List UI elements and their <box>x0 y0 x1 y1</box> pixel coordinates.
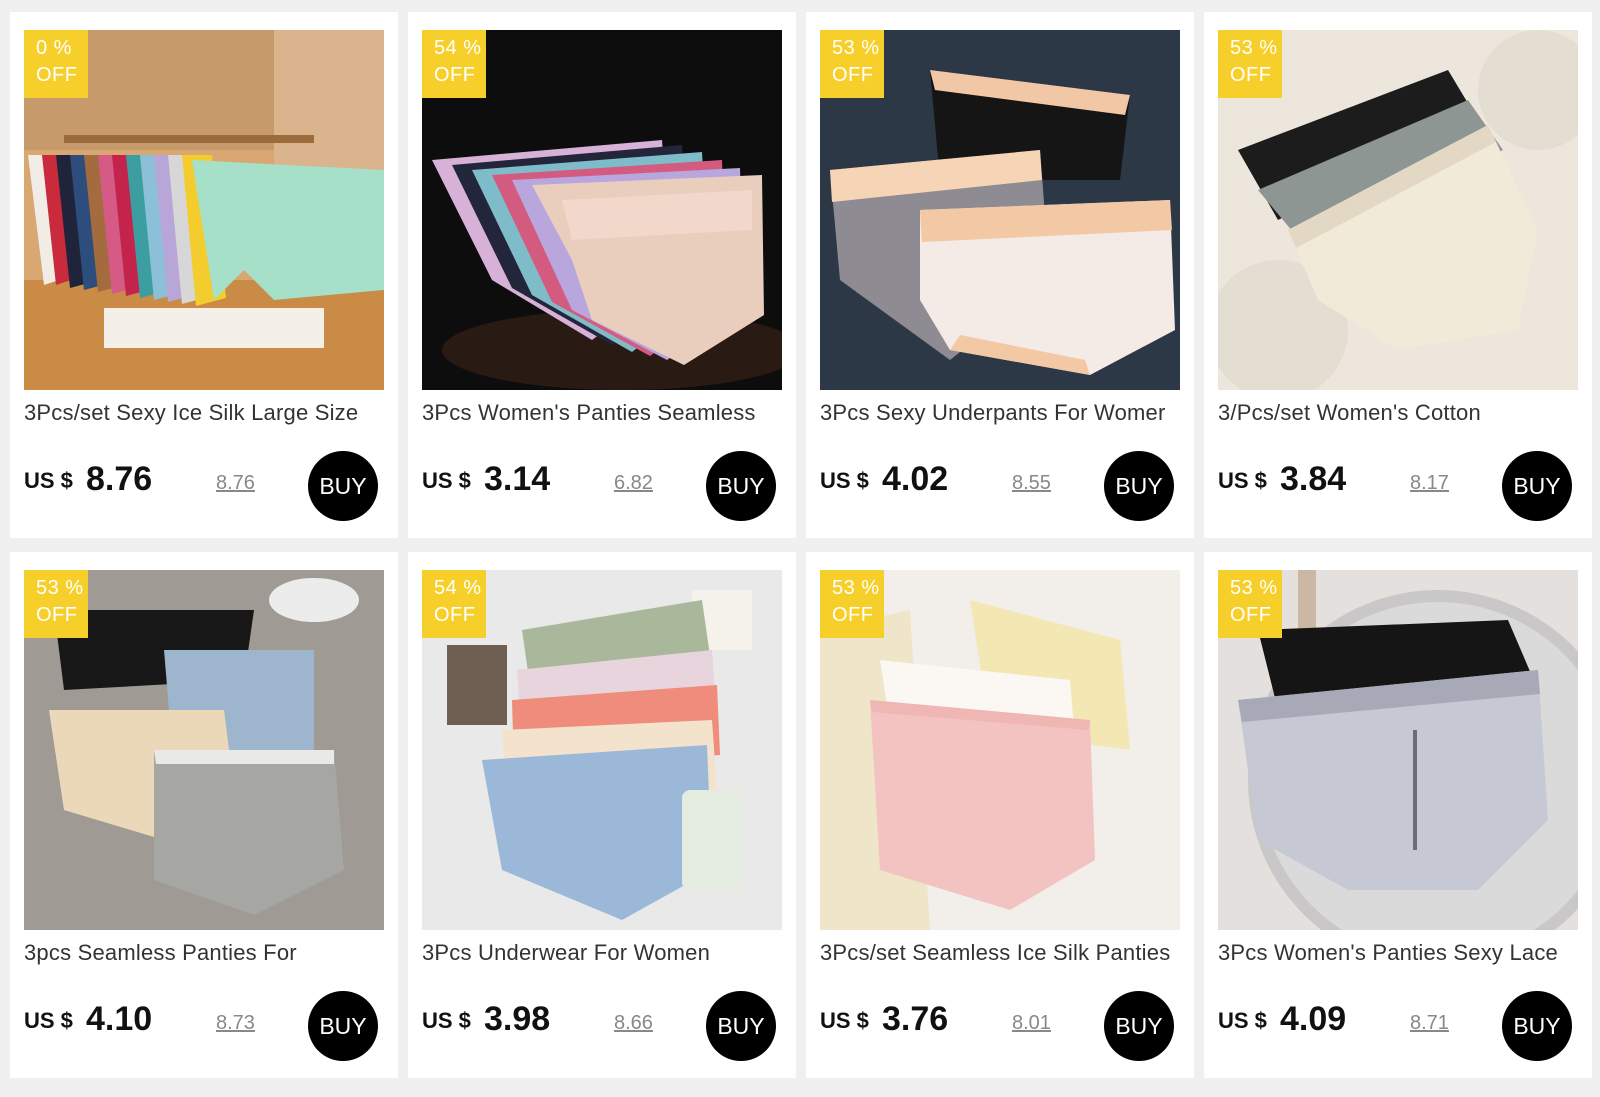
discount-badge: 53 % OFF <box>820 30 884 98</box>
discount-off-label: OFF <box>1230 604 1272 626</box>
discount-percent: 0 % <box>36 37 72 59</box>
discount-badge: 54 % OFF <box>422 570 486 638</box>
buy-button[interactable]: BUY <box>1502 451 1572 521</box>
discount-off-label: OFF <box>36 604 78 626</box>
discount-percent: 53 % <box>36 577 84 599</box>
discount-off-label: OFF <box>1230 64 1272 86</box>
product-card[interactable]: 53 % OFF 3Pcs Women's Panties Sexy Lace … <box>1204 552 1592 1078</box>
discount-percent: 53 % <box>1230 37 1278 59</box>
product-title[interactable]: 3/Pcs/set Women's Cotton <box>1218 400 1580 430</box>
sale-price: 8.76 <box>86 460 153 498</box>
product-grid: 0 % OFF 3Pcs/set Sexy Ice Silk Large Siz… <box>0 0 1600 1078</box>
discount-badge: 53 % OFF <box>1218 30 1282 98</box>
sale-price: 3.76 <box>882 1000 949 1038</box>
product-card[interactable]: 53 % OFF 3/Pcs/set Women's Cotton US $ 3… <box>1204 12 1592 538</box>
discount-percent: 53 % <box>832 577 880 599</box>
original-price: 6.82 <box>614 472 653 494</box>
product-image[interactable]: 0 % OFF <box>24 30 384 390</box>
sale-price: 4.02 <box>882 460 949 498</box>
discount-badge: 53 % OFF <box>820 570 884 638</box>
discount-off-label: OFF <box>434 604 476 626</box>
product-image[interactable]: 53 % OFF <box>1218 30 1578 390</box>
product-card[interactable]: 54 % OFF 3Pcs Underwear For Women US $ 3… <box>408 552 796 1078</box>
currency-label: US $ <box>1218 468 1267 493</box>
sale-price: 4.10 <box>86 1000 153 1038</box>
original-price: 8.76 <box>216 472 255 494</box>
buy-button[interactable]: BUY <box>1104 451 1174 521</box>
product-card[interactable]: 0 % OFF 3Pcs/set Sexy Ice Silk Large Siz… <box>10 12 398 538</box>
product-image[interactable]: 54 % OFF <box>422 570 782 930</box>
discount-percent: 53 % <box>832 37 880 59</box>
discount-percent: 53 % <box>1230 577 1278 599</box>
product-image[interactable]: 53 % OFF <box>820 30 1180 390</box>
product-title[interactable]: 3Pcs Women's Panties Sexy Lace <box>1218 940 1580 970</box>
buy-button[interactable]: BUY <box>308 991 378 1061</box>
product-title[interactable]: 3pcs Seamless Panties For <box>24 940 386 970</box>
original-price: 8.17 <box>1410 472 1449 494</box>
currency-label: US $ <box>24 468 73 493</box>
product-title[interactable]: 3Pcs/set Sexy Ice Silk Large Size <box>24 400 386 430</box>
original-price: 8.66 <box>614 1012 653 1034</box>
product-image[interactable]: 53 % OFF <box>24 570 384 930</box>
discount-off-label: OFF <box>36 64 78 86</box>
original-price: 8.55 <box>1012 472 1051 494</box>
sale-price: 3.98 <box>484 1000 551 1038</box>
sale-price: 3.84 <box>1280 460 1347 498</box>
discount-badge: 0 % OFF <box>24 30 88 98</box>
discount-off-label: OFF <box>832 64 874 86</box>
product-card[interactable]: 53 % OFF 3Pcs Sexy Underpants For Womer … <box>806 12 1194 538</box>
currency-label: US $ <box>422 468 471 493</box>
product-card[interactable]: 54 % OFF 3Pcs Women's Panties Seamless U… <box>408 12 796 538</box>
product-card[interactable]: 53 % OFF 3Pcs/set Seamless Ice Silk Pant… <box>806 552 1194 1078</box>
buy-button[interactable]: BUY <box>1502 991 1572 1061</box>
currency-label: US $ <box>820 468 869 493</box>
discount-badge: 53 % OFF <box>24 570 88 638</box>
original-price: 8.71 <box>1410 1012 1449 1034</box>
original-price: 8.01 <box>1012 1012 1051 1034</box>
discount-badge: 53 % OFF <box>1218 570 1282 638</box>
product-title[interactable]: 3Pcs Underwear For Women <box>422 940 784 970</box>
currency-label: US $ <box>422 1008 471 1033</box>
buy-button[interactable]: BUY <box>308 451 378 521</box>
currency-label: US $ <box>24 1008 73 1033</box>
buy-button[interactable]: BUY <box>706 991 776 1061</box>
sale-price: 4.09 <box>1280 1000 1347 1038</box>
discount-off-label: OFF <box>832 604 874 626</box>
discount-badge: 54 % OFF <box>422 30 486 98</box>
buy-button[interactable]: BUY <box>1104 991 1174 1061</box>
original-price: 8.73 <box>216 1012 255 1034</box>
product-title[interactable]: 3Pcs Sexy Underpants For Womer <box>820 400 1182 430</box>
buy-button[interactable]: BUY <box>706 451 776 521</box>
discount-off-label: OFF <box>434 64 476 86</box>
product-title[interactable]: 3Pcs Women's Panties Seamless <box>422 400 784 430</box>
sale-price: 3.14 <box>484 460 551 498</box>
product-image[interactable]: 53 % OFF <box>1218 570 1578 930</box>
currency-label: US $ <box>1218 1008 1267 1033</box>
discount-percent: 54 % <box>434 37 482 59</box>
product-image[interactable]: 54 % OFF <box>422 30 782 390</box>
product-title[interactable]: 3Pcs/set Seamless Ice Silk Panties <box>820 940 1182 970</box>
discount-percent: 54 % <box>434 577 482 599</box>
product-image[interactable]: 53 % OFF <box>820 570 1180 930</box>
product-card[interactable]: 53 % OFF 3pcs Seamless Panties For US $ … <box>10 552 398 1078</box>
currency-label: US $ <box>820 1008 869 1033</box>
